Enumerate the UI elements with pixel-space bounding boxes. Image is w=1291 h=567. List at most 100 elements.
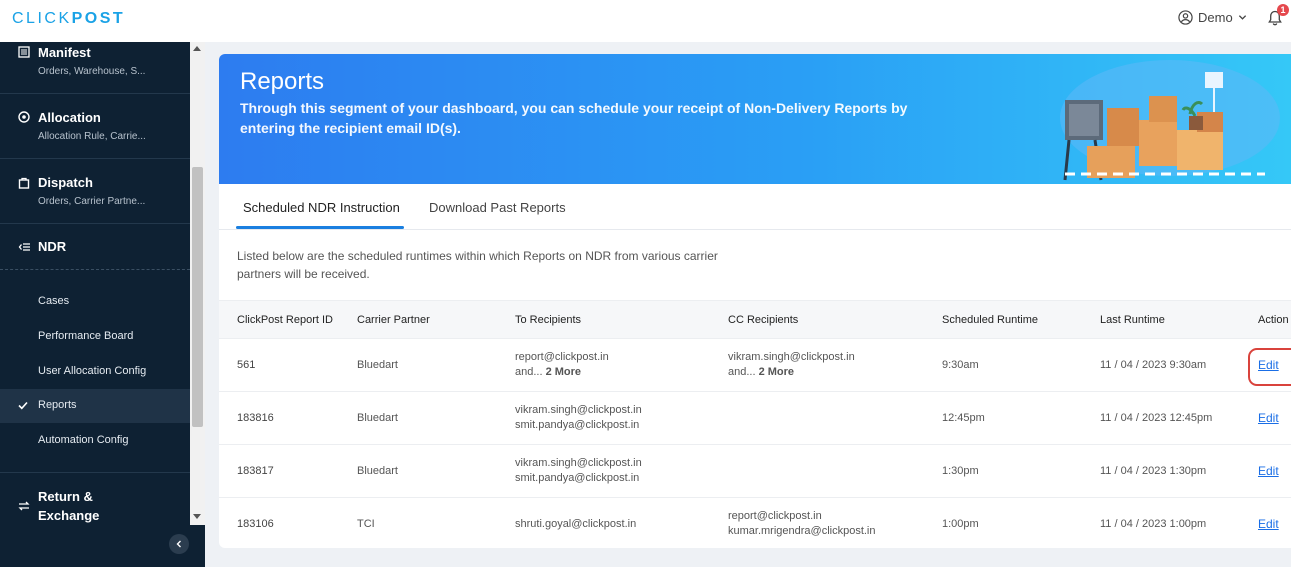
report-id: 183816: [219, 391, 339, 445]
bag-icon: [18, 177, 30, 189]
recipient-and: and...: [515, 366, 543, 378]
table-row: 183106 TCI shruti.goyal@clickpost.in rep…: [219, 497, 1291, 548]
edit-link[interactable]: Edit: [1258, 358, 1279, 372]
list-icon: [18, 46, 30, 58]
edit-highlight: Edit: [1248, 348, 1291, 386]
scroll-down-icon[interactable]: [193, 514, 201, 519]
to-recipients: report@clickpost.in and... 2 More: [497, 338, 710, 392]
recipient-email: vikram.singh@clickpost.in: [515, 404, 642, 416]
scheduled-runtime: 1:00pm: [924, 497, 1082, 548]
last-runtime: 11 / 04 / 2023 12:45pm: [1082, 391, 1240, 445]
scheduled-runtime: 9:30am: [924, 338, 1082, 392]
edit-link[interactable]: Edit: [1258, 411, 1279, 425]
user-icon: [1178, 10, 1193, 25]
sidebar-group-title: Manifest: [38, 45, 91, 60]
sidebar-group-title: Allocation: [38, 110, 101, 125]
column-header: Scheduled Runtime: [924, 300, 1082, 339]
column-header: CC Recipients: [710, 300, 924, 339]
reports-card: Reports Through this segment of your das…: [219, 54, 1291, 548]
sidebar-group-allocation[interactable]: Allocation Allocation Rule, Carrie...: [0, 94, 190, 159]
report-id: 561: [219, 338, 339, 392]
to-recipients: vikram.singh@clickpost.in smit.pandya@cl…: [497, 391, 710, 445]
recipient-email: shruti.goyal@clickpost.in: [515, 517, 637, 530]
column-header: Carrier Partner: [339, 300, 497, 339]
tab-download-past-reports[interactable]: Download Past Reports: [429, 200, 566, 215]
edit-link[interactable]: Edit: [1258, 464, 1279, 478]
carrier-partner: TCI: [339, 497, 497, 548]
intro-text: Listed below are the scheduled runtimes …: [237, 249, 718, 281]
scheduled-reports-table: ClickPost Report ID Carrier Partner To R…: [219, 300, 1291, 548]
sidebar-item-reports[interactable]: Reports: [0, 389, 190, 423]
to-recipients: shruti.goyal@clickpost.in: [497, 497, 710, 548]
last-runtime: 11 / 04 / 2023 1:30pm: [1082, 444, 1240, 498]
scrollbar-thumb[interactable]: [192, 167, 203, 427]
cc-recipients: report@clickpost.in kumar.mrigendra@clic…: [710, 497, 924, 548]
recipient-more: and... 2 More: [515, 365, 710, 380]
recipient-email: report@clickpost.in: [728, 510, 822, 522]
chevron-left-icon: [176, 540, 181, 548]
sidebar-group-ndr[interactable]: NDR: [0, 224, 190, 270]
report-id: 183106: [219, 497, 339, 548]
table-row: 183816 Bluedart vikram.singh@clickpost.i…: [219, 391, 1291, 445]
chevron-down-icon: [1238, 15, 1246, 20]
boxes-illustration: [1060, 60, 1280, 181]
carrier-partner: Bluedart: [339, 391, 497, 445]
action-cell: Edit: [1240, 497, 1291, 548]
sidebar-item-label: Reports: [38, 399, 77, 411]
sidebar-item-label: Performance Board: [38, 330, 134, 342]
collapse-sidebar-button[interactable]: [169, 534, 189, 554]
sidebar-item-cases[interactable]: Cases: [0, 285, 190, 319]
table-row: 561 Bluedart report@clickpost.in and... …: [219, 338, 1291, 392]
top-bar: CLICKPOST Demo 1: [0, 0, 1291, 42]
scheduled-runtime: 1:30pm: [924, 444, 1082, 498]
ndr-icon: [18, 243, 30, 251]
sidebar-group-subtitle: Orders, Carrier Partne...: [38, 196, 146, 207]
sidebar-item-automation-config[interactable]: Automation Config: [0, 424, 190, 458]
table-header-row: ClickPost Report ID Carrier Partner To R…: [219, 300, 1291, 339]
clickpost-logo[interactable]: CLICKPOST: [12, 10, 125, 28]
column-header: Action: [1240, 300, 1291, 339]
notification-badge: 1: [1277, 4, 1289, 16]
scheduled-runtime: 12:45pm: [924, 391, 1082, 445]
sidebar-group-title: Return &: [38, 489, 93, 504]
reports-banner: Reports Through this segment of your das…: [219, 54, 1291, 184]
target-icon: [18, 111, 30, 123]
active-tab-indicator: [236, 226, 404, 229]
page-description: Through this segment of your dashboard, …: [240, 100, 908, 136]
sidebar-item-performance-board[interactable]: Performance Board: [0, 320, 190, 354]
column-header: ClickPost Report ID: [219, 300, 339, 339]
sidebar-group-subtitle: Allocation Rule, Carrie...: [38, 131, 146, 142]
edit-link[interactable]: Edit: [1258, 517, 1279, 531]
more-recipients-link[interactable]: 2 More: [759, 366, 794, 378]
recipient-and: and...: [728, 366, 756, 378]
check-icon: [18, 401, 28, 410]
to-recipients: vikram.singh@clickpost.in smit.pandya@cl…: [497, 444, 710, 498]
user-name: Demo: [1198, 10, 1233, 25]
sidebar-item-label: User Allocation Config: [38, 365, 147, 377]
recipient-more: and... 2 More: [728, 365, 924, 380]
recipient-email: vikram.singh@clickpost.in: [728, 351, 855, 363]
column-header: Last Runtime: [1082, 300, 1240, 339]
sidebar-group-manifest[interactable]: Manifest Orders, Warehouse, S...: [0, 42, 190, 94]
scroll-up-icon[interactable]: [193, 46, 201, 51]
last-runtime: 11 / 04 / 2023 1:00pm: [1082, 497, 1240, 548]
sidebar-group-title: Exchange: [38, 508, 100, 523]
user-menu[interactable]: Demo: [1178, 10, 1247, 25]
more-recipients-link[interactable]: 2 More: [546, 366, 581, 378]
tab-scheduled-ndr-instruction[interactable]: Scheduled NDR Instruction: [243, 200, 400, 215]
sidebar-group-return-exchange[interactable]: Return & Exchange: [0, 472, 190, 527]
recipient-email: vikram.singh@clickpost.in: [515, 457, 642, 469]
page-title: Reports: [240, 68, 325, 95]
sidebar-item-user-allocation-config[interactable]: User Allocation Config: [0, 355, 190, 389]
action-cell: Edit: [1240, 338, 1291, 392]
report-id: 183817: [219, 444, 339, 498]
carrier-partner: Bluedart: [339, 338, 497, 392]
cc-recipients: [710, 444, 924, 498]
action-cell: Edit: [1240, 444, 1291, 498]
sidebar-group-dispatch[interactable]: Dispatch Orders, Carrier Partne...: [0, 159, 190, 224]
recipient-email: smit.pandya@clickpost.in: [515, 472, 640, 484]
swap-icon: [18, 501, 30, 511]
recipient-email: report@clickpost.in: [515, 351, 609, 363]
action-cell: Edit: [1240, 391, 1291, 445]
recipient-email: smit.pandya@clickpost.in: [515, 419, 640, 431]
